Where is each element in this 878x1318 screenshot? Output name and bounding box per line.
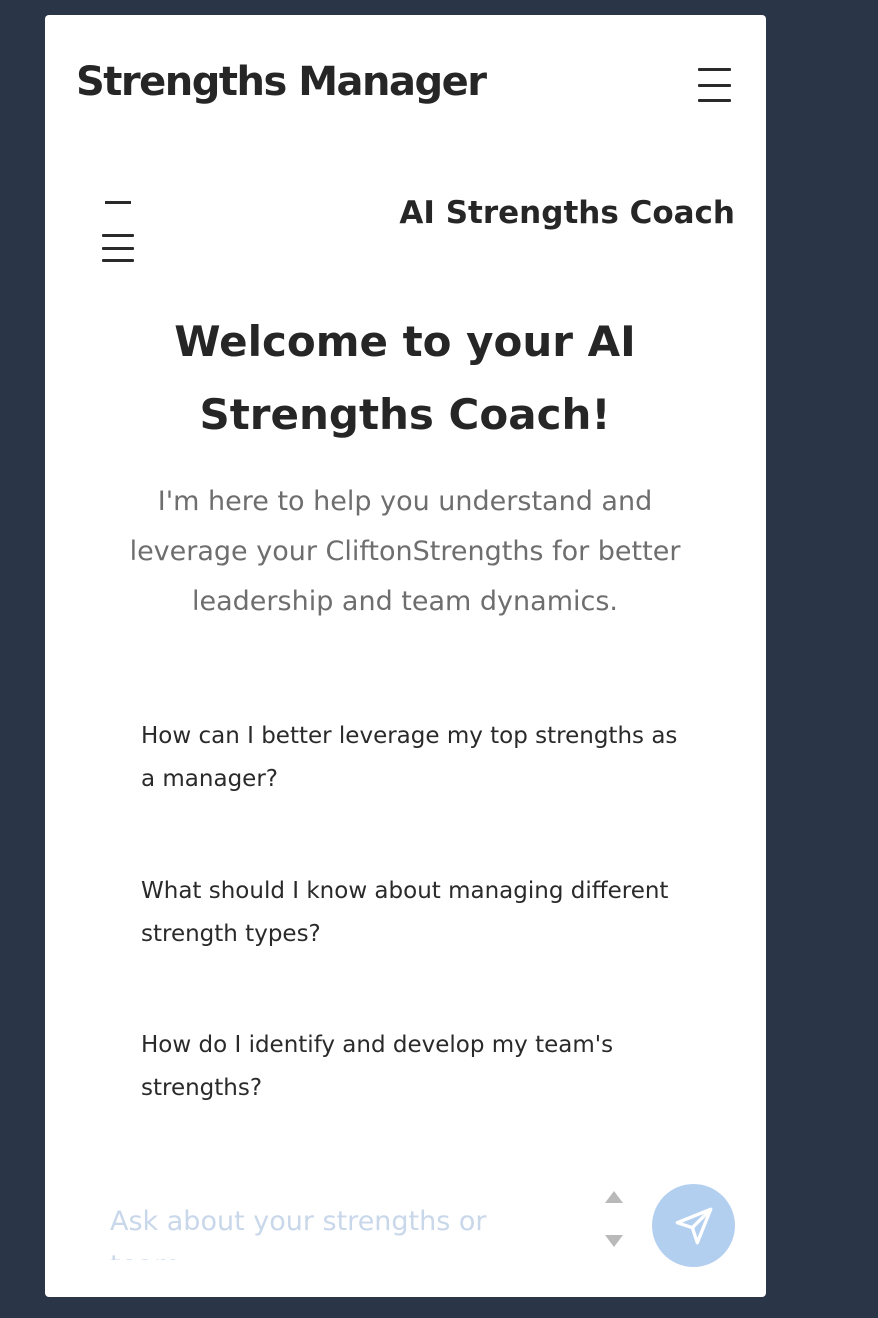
scroll-up-icon[interactable] bbox=[605, 1191, 623, 1203]
menu-icon-bar bbox=[102, 246, 134, 250]
chat-input[interactable] bbox=[110, 1200, 560, 1260]
send-button[interactable] bbox=[652, 1184, 735, 1267]
main-menu-button[interactable] bbox=[698, 68, 731, 102]
app-panel: Strengths Manager AI Strengths Coach Wel… bbox=[45, 15, 766, 1297]
scroll-down-icon[interactable] bbox=[605, 1235, 623, 1247]
welcome-subtitle: I'm here to help you understand and leve… bbox=[129, 486, 681, 617]
send-icon bbox=[675, 1207, 712, 1244]
suggestion-prompt[interactable]: What should I know about managing differ… bbox=[141, 870, 681, 956]
welcome-heading: Welcome to your AI Strengths Coach! bbox=[174, 317, 636, 439]
menu-icon-bar bbox=[102, 259, 134, 262]
suggestion-prompt[interactable]: How can I better leverage my top strengt… bbox=[141, 715, 681, 801]
coach-title: AI Strengths Coach bbox=[399, 195, 735, 231]
menu-icon-bar bbox=[698, 83, 731, 87]
sidebar-toggle-dash[interactable] bbox=[105, 201, 131, 204]
menu-icon-bar bbox=[698, 99, 731, 102]
menu-icon-bar bbox=[698, 68, 731, 71]
app-title: Strengths Manager bbox=[76, 59, 487, 105]
sidebar-menu-button[interactable] bbox=[102, 234, 134, 262]
suggestion-prompt[interactable]: How do I identify and develop my team's … bbox=[141, 1024, 681, 1110]
menu-icon-bar bbox=[102, 234, 134, 237]
